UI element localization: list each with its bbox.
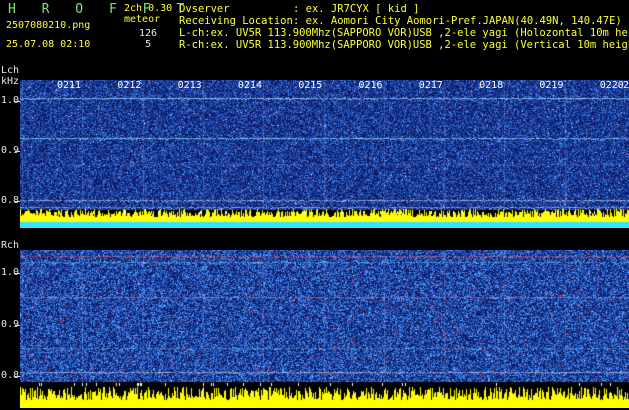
time-marker-5: 0216 [358,80,383,91]
lch-label: Lch [1,65,20,76]
time-marker-2: 0213 [177,80,202,91]
time-marker-4: 0215 [298,80,323,91]
rch-tick-mark [15,376,20,377]
lch-tick-mark [15,101,20,102]
meteor-rch-count: 5 [144,39,151,50]
filename: 2507080210.png [6,20,91,31]
lch-tick-mark [15,151,20,152]
lch-spectrogram [20,80,629,228]
hroft-window: H R O F F T 2ch 0.30 meteor 126 5 250708… [0,0,629,410]
time-marker-10: 2 [623,80,629,91]
rch-spectrogram [20,250,629,408]
location-label: Receiving Location [179,15,293,27]
meteor-label: meteor [124,14,161,25]
lch-description: L-ch:ex. UV5R 113.900Mhz(SAPPORO VOR)USB… [179,28,629,39]
lch-unit: kHz [1,76,20,87]
meteor-lch-count: 126 [138,28,157,39]
timestamp: 25.07.08 02:10 [6,39,91,50]
mode-label: 2ch 0.30 [124,3,173,14]
time-marker-0: 0211 [57,80,82,91]
time-marker-7: 0218 [479,80,504,91]
rch-tick-mark [15,325,20,326]
observer-value: : ex. JR7CYX [ kid ] [293,3,420,15]
rch-tick-mark [15,273,20,274]
time-marker-9: 0220 [599,80,624,91]
lch-tick-mark [15,201,20,202]
observer-label: Ovserver [179,3,230,15]
time-marker-8: 0219 [539,80,564,91]
time-marker-6: 0217 [418,80,443,91]
time-marker-1: 0212 [117,80,142,91]
location-value: : ex. Aomori City Aomori-Pref.JAPAN(40.4… [293,15,622,27]
rch-description: R-ch:ex. UV5R 113.900Mhz(SAPPORO VOR)USB… [179,40,629,51]
time-marker-3: 0214 [237,80,262,91]
rch-label: Rch [1,240,20,251]
